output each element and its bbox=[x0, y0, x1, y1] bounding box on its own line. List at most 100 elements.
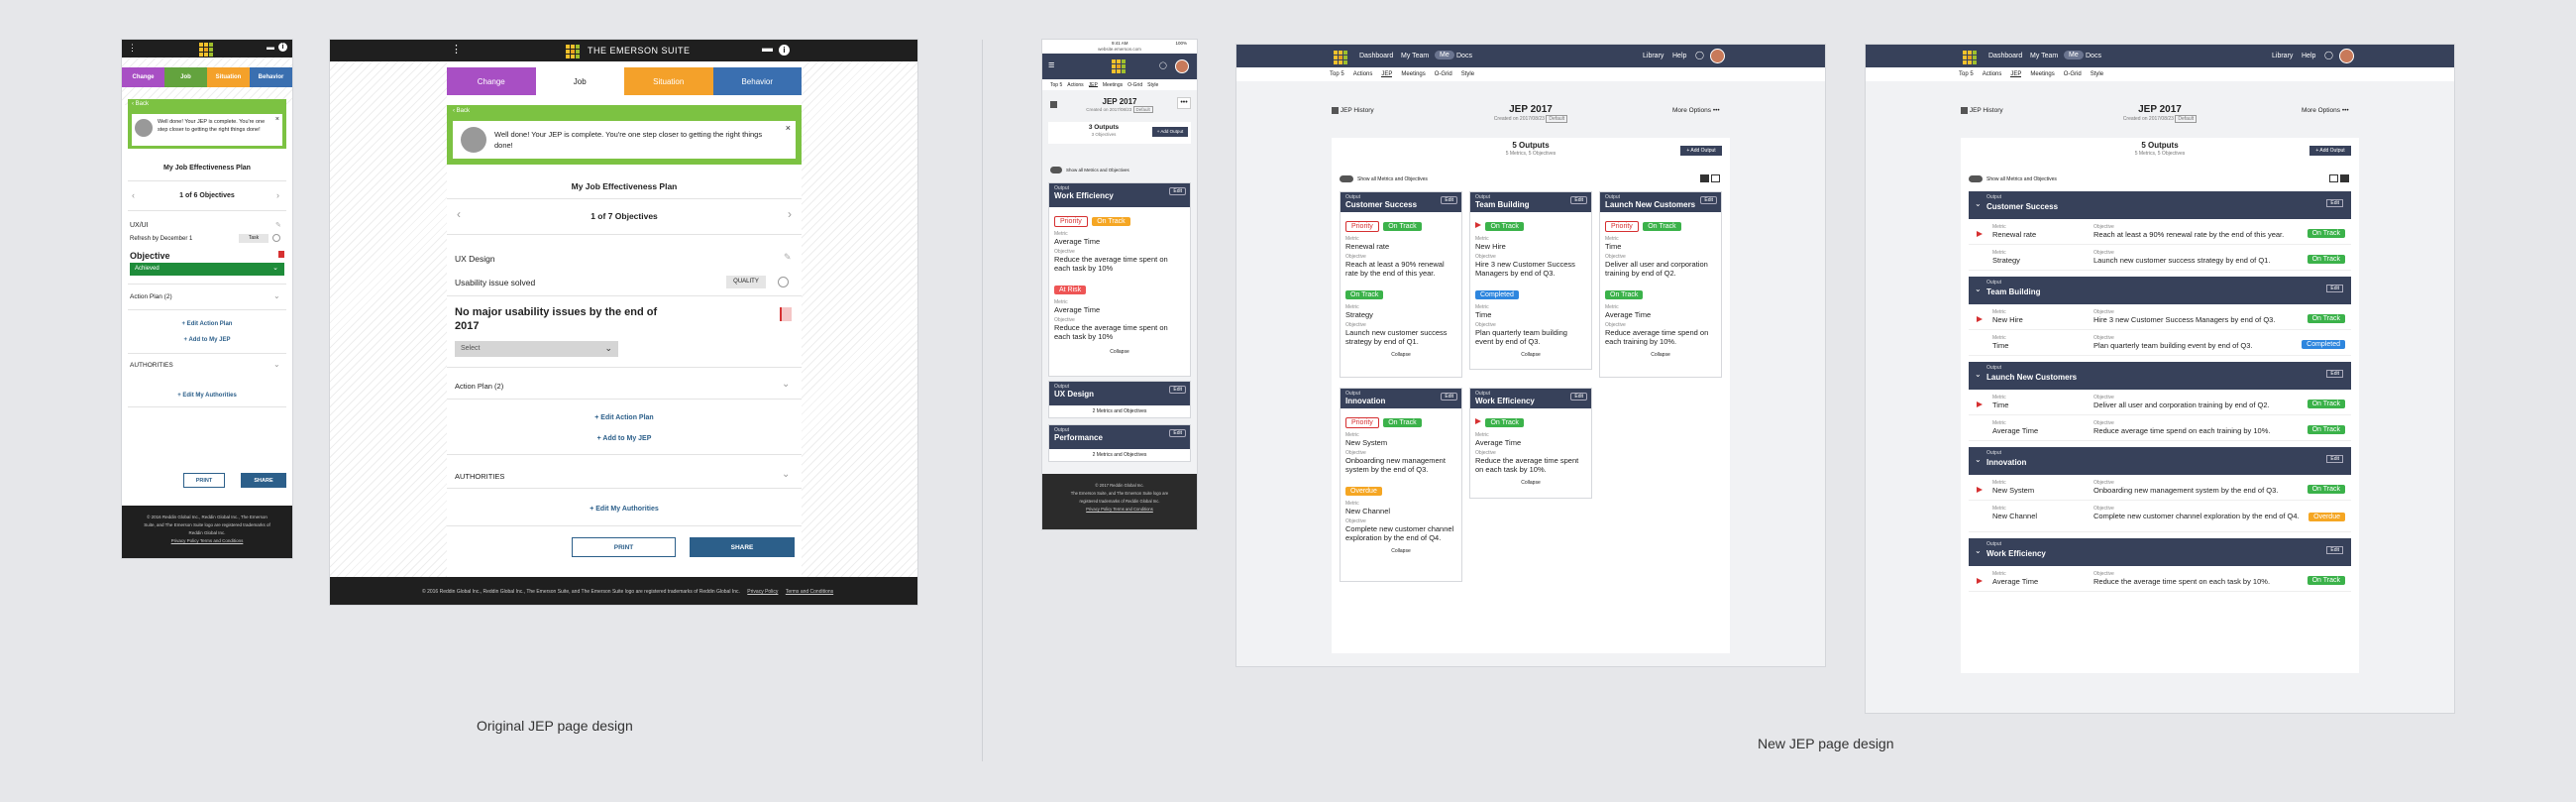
subnav-meetings[interactable]: Meetings bbox=[1401, 71, 1425, 77]
edit-action-plan-link[interactable]: + Edit Action Plan bbox=[447, 414, 802, 421]
edit-authorities-link[interactable]: + Edit My Authorities bbox=[447, 506, 802, 513]
nav-my-team[interactable]: My Team bbox=[1401, 53, 1429, 59]
nav-docs[interactable]: Docs bbox=[2086, 53, 2101, 59]
edit-button[interactable]: Edit bbox=[2326, 546, 2343, 554]
tab-job[interactable]: Job bbox=[535, 67, 624, 95]
collapse-link[interactable]: Collapse bbox=[1475, 352, 1586, 358]
status-badge[interactable]: Overdue bbox=[1345, 487, 1382, 496]
edit-button[interactable]: Edit bbox=[1570, 393, 1587, 401]
status-badge[interactable]: At Risk bbox=[1054, 286, 1087, 294]
share-button[interactable]: SHARE bbox=[690, 537, 795, 557]
nav-help[interactable]: Help bbox=[1672, 53, 1686, 59]
edit-button[interactable]: Edit bbox=[1570, 196, 1587, 204]
subnav-actions[interactable]: Actions bbox=[1353, 71, 1373, 77]
status-badge[interactable]: On Track bbox=[2307, 485, 2345, 494]
avatar[interactable] bbox=[1175, 59, 1189, 73]
status-select[interactable]: Achieved ⌄ bbox=[130, 263, 284, 276]
status-badge[interactable]: On Track bbox=[2307, 255, 2345, 264]
metric-row[interactable]: Metric Average Time Objective Reduce the… bbox=[1969, 568, 2351, 592]
status-select[interactable]: Select ⌄ bbox=[455, 341, 618, 357]
list-view-icon[interactable] bbox=[2340, 174, 2349, 182]
metric-row[interactable]: Metric Average Time Objective Reduce ave… bbox=[1969, 417, 2351, 441]
back-bar[interactable]: ‹ Back bbox=[447, 105, 802, 117]
status-badge[interactable]: On Track bbox=[2307, 400, 2345, 408]
tab-behavior[interactable]: Behavior bbox=[250, 67, 292, 87]
status-badge[interactable]: On Track bbox=[1345, 290, 1384, 299]
avatar[interactable] bbox=[2339, 49, 2354, 63]
kebab-menu-icon[interactable]: ⋮ bbox=[128, 43, 137, 54]
subnav-meetings[interactable]: Meetings bbox=[1103, 82, 1123, 88]
metric-row[interactable]: Metric New System Objective Onboarding n… bbox=[1969, 477, 2351, 501]
action-plan-toggle[interactable]: Action Plan (2) bbox=[130, 293, 172, 300]
status-badge[interactable]: On Track bbox=[1383, 222, 1422, 231]
subnav-top5[interactable]: Top 5 bbox=[1330, 71, 1344, 77]
tab-job[interactable]: Job bbox=[164, 67, 207, 87]
share-button[interactable]: SHARE bbox=[241, 473, 286, 488]
grid-view-icon[interactable] bbox=[2329, 174, 2338, 182]
subnav-actions[interactable]: Actions bbox=[1983, 71, 2002, 77]
nav-dashboard[interactable]: Dashboard bbox=[1359, 53, 1393, 59]
tab-change[interactable]: Change bbox=[122, 67, 164, 87]
edit-button[interactable]: Edit bbox=[2326, 285, 2343, 292]
nav-help[interactable]: Help bbox=[2302, 53, 2315, 59]
collapse-link[interactable]: Collapse bbox=[1475, 480, 1586, 486]
toggle-switch[interactable] bbox=[1340, 175, 1353, 182]
subnav-jep[interactable]: JEP bbox=[2010, 71, 2022, 77]
edit-button[interactable]: Edit bbox=[1169, 187, 1186, 195]
output-header[interactable]: ⌄ Output Launch New Customers Edit bbox=[1969, 362, 2351, 390]
metric-row[interactable]: Metric New Channel Objective Complete ne… bbox=[1969, 503, 2351, 532]
subnav-style[interactable]: Style bbox=[1147, 82, 1158, 88]
action-plan-toggle[interactable]: Action Plan (2) bbox=[455, 382, 503, 391]
status-badge[interactable]: On Track bbox=[2307, 425, 2345, 434]
edit-button[interactable]: Edit bbox=[1441, 196, 1457, 204]
subnav-style[interactable]: Style bbox=[1461, 71, 1474, 77]
next-objective-icon[interactable]: › bbox=[788, 207, 792, 221]
kebab-menu-icon[interactable]: ⋮ bbox=[451, 43, 462, 56]
next-objective-icon[interactable]: › bbox=[276, 190, 279, 200]
edit-authorities-link[interactable]: + Edit My Authorities bbox=[122, 393, 292, 399]
status-badge[interactable]: On Track bbox=[2307, 229, 2345, 238]
collapse-link[interactable]: Collapse bbox=[1605, 352, 1716, 358]
info-icon[interactable]: i bbox=[278, 43, 287, 52]
status-badge[interactable]: Completed bbox=[1475, 290, 1519, 299]
subnav-ogrid[interactable]: O-Grid bbox=[1127, 82, 1142, 88]
output-header[interactable]: ⌄ Output Work Efficiency Edit bbox=[1969, 538, 2351, 566]
print-button[interactable]: PRINT bbox=[183, 473, 225, 488]
nav-docs[interactable]: Docs bbox=[1456, 53, 1472, 59]
edit-action-plan-link[interactable]: + Edit Action Plan bbox=[122, 321, 292, 327]
flag-icon[interactable] bbox=[780, 307, 792, 321]
status-badge[interactable]: On Track bbox=[1643, 222, 1681, 231]
subnav-ogrid[interactable]: O-Grid bbox=[2064, 71, 2082, 77]
add-to-jep-link[interactable]: + Add to My JEP bbox=[122, 337, 292, 343]
privacy-link[interactable]: Privacy Policy bbox=[747, 589, 778, 595]
status-badge[interactable]: Overdue bbox=[2308, 513, 2345, 521]
status-badge[interactable]: On Track bbox=[1092, 217, 1130, 226]
edit-button[interactable]: Edit bbox=[2326, 370, 2343, 378]
metric-row[interactable]: Metric Time Objective Deliver all user a… bbox=[1969, 392, 2351, 415]
add-output-button[interactable]: + Add Output bbox=[1680, 146, 1722, 156]
chat-icon[interactable]: ▬ bbox=[267, 43, 274, 52]
more-options-button[interactable]: More Options ••• bbox=[1672, 107, 1720, 114]
terms-link[interactable]: Terms and Conditions bbox=[786, 589, 833, 595]
edit-button[interactable]: Edit bbox=[2326, 199, 2343, 207]
edit-button[interactable]: Edit bbox=[1441, 393, 1457, 401]
nav-dashboard[interactable]: Dashboard bbox=[1988, 53, 2022, 59]
add-output-button[interactable]: + Add Output bbox=[2309, 146, 2351, 156]
nav-me[interactable]: Me bbox=[2064, 51, 2084, 59]
output-header[interactable]: ⌄ Output Customer Success Edit bbox=[1969, 191, 2351, 219]
list-view-icon[interactable] bbox=[1711, 174, 1720, 182]
subnav-style[interactable]: Style bbox=[2091, 71, 2103, 77]
add-output-button[interactable]: + Add Output bbox=[1152, 127, 1188, 137]
url-bar[interactable]: website.emerson.com bbox=[1042, 47, 1197, 52]
collapse-link[interactable]: Collapse bbox=[1345, 352, 1456, 358]
chat-icon[interactable]: ▬ bbox=[762, 43, 773, 55]
status-badge[interactable]: On Track bbox=[2307, 314, 2345, 323]
tab-behavior[interactable]: Behavior bbox=[712, 67, 802, 95]
metric-row[interactable]: Metric Renewal rate Objective Reach at l… bbox=[1969, 221, 2351, 245]
chat-icon[interactable]: ◯ bbox=[1159, 61, 1167, 69]
footer-links[interactable]: Privacy Policy Terms and Conditions bbox=[122, 537, 292, 545]
expand-link[interactable]: 2 Metrics and Objectives bbox=[1049, 408, 1190, 414]
chat-icon[interactable]: ◯ bbox=[1695, 51, 1704, 59]
status-badge[interactable]: On Track bbox=[1485, 418, 1524, 427]
add-to-jep-link[interactable]: + Add to My JEP bbox=[447, 435, 802, 442]
